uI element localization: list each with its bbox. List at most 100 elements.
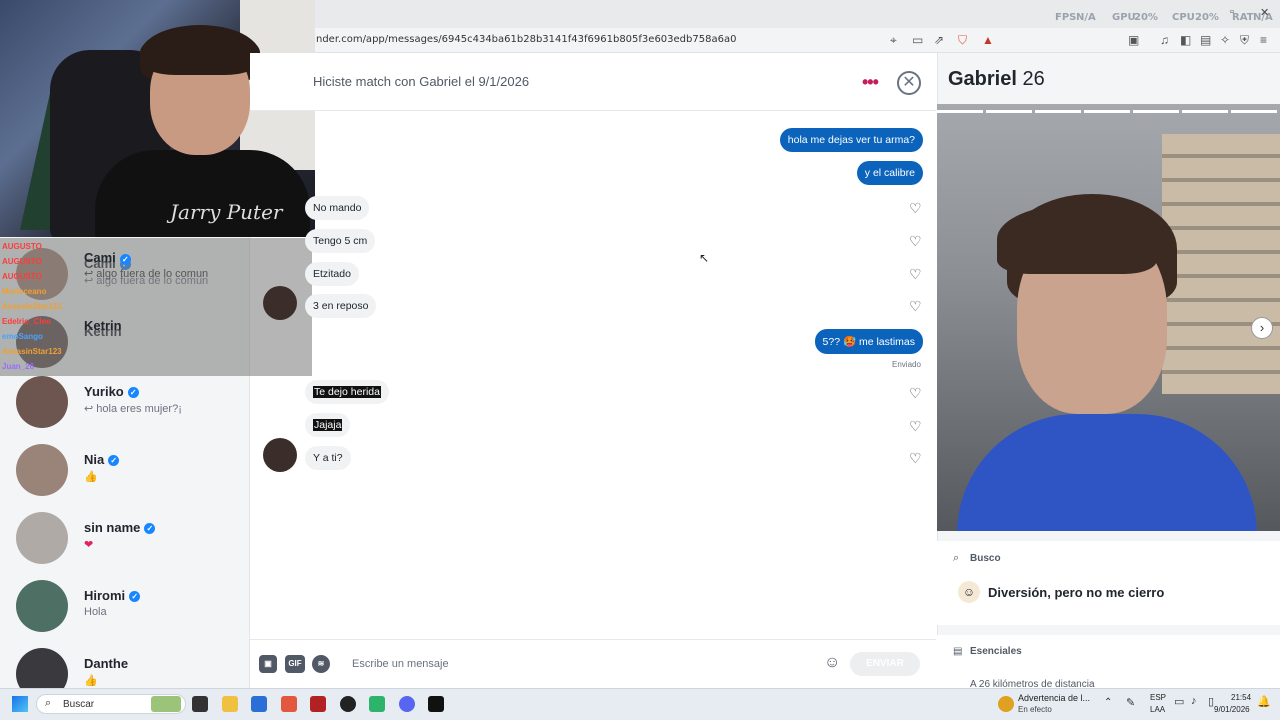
location-icon[interactable]: ⌖ (890, 33, 897, 48)
menu-icon[interactable]: ≡ (1260, 33, 1267, 47)
store-shelves (1162, 134, 1280, 394)
chat-user: Juan_26 (2, 362, 35, 371)
url-text[interactable]: nder.com/app/messages/6945c434ba61b28b31… (316, 34, 736, 45)
verified-icon: ✓ (119, 254, 131, 265)
profile-photo[interactable] (937, 104, 1280, 531)
spotify-icon[interactable]: ≋ (312, 655, 330, 673)
message-received: Y a ti? (305, 446, 351, 470)
clock-date: 9/01/2026 (1214, 705, 1250, 714)
tray-chevron-icon[interactable]: ⌃ (1104, 697, 1112, 708)
conversation-name: Yuriko ✓ (84, 384, 139, 399)
next-photo-button[interactable]: › (1251, 317, 1273, 339)
shirt-text: Jarry Puter (170, 200, 283, 224)
smile-emoji-icon: ☺ (958, 581, 980, 603)
clock-time[interactable]: 21:54 (1231, 693, 1251, 702)
store-icon[interactable] (251, 696, 267, 712)
task-view-icon[interactable] (192, 696, 208, 712)
warning-icon[interactable] (998, 696, 1014, 712)
conversation-preview: Hola (84, 606, 107, 618)
conversation-item[interactable]: Nia ✓ 👍 (0, 444, 250, 512)
conversation-item[interactable]: Hiromi ✓ Hola (0, 580, 250, 648)
chat-user: emoSango (2, 332, 43, 341)
pen-icon[interactable]: ✎ (1126, 696, 1135, 709)
obs-icon[interactable] (340, 696, 356, 712)
notepad-icon[interactable] (369, 696, 385, 712)
verified-icon: ✓ (129, 591, 141, 602)
close-chat-button[interactable]: ✕ (897, 71, 921, 95)
sticker-icon[interactable]: ▣ (259, 655, 277, 673)
conversation-item[interactable]: Yuriko ✓ ↩ hola eres mujer?¡ (0, 376, 250, 444)
message-input[interactable]: Escribe un mensaje (352, 658, 449, 670)
notifications-icon[interactable]: 🔔 (1257, 695, 1271, 708)
conversation-name: sin name ✓ (84, 520, 156, 535)
vpn-icon[interactable]: ⛨ (1240, 33, 1249, 48)
file-explorer-icon[interactable] (222, 696, 238, 712)
conversation-name-overlay: Ketrin (84, 318, 122, 333)
sent-status: Enviado (892, 360, 921, 369)
warning-title[interactable]: Advertencia de l... (1018, 693, 1090, 703)
wallet-icon[interactable]: ▤ (1200, 33, 1211, 47)
looking-for-value: Diversión, pero no me cierro (988, 585, 1165, 600)
input-language[interactable]: ESP (1150, 693, 1166, 702)
gpu-label: GPU (1112, 12, 1136, 23)
profile-name: Gabriel 26 (948, 68, 1045, 90)
chat-user: AUGUSTO (2, 242, 42, 251)
conversation-item[interactable]: Danthe 👍 (0, 648, 250, 688)
like-heart-icon[interactable]: ♡ (909, 200, 922, 217)
like-heart-icon[interactable]: ♡ (909, 298, 922, 315)
chat-user: Marloceano (2, 287, 47, 296)
message-received: No mando (305, 196, 370, 220)
discord-icon[interactable] (399, 696, 415, 712)
like-heart-icon[interactable]: ♡ (909, 266, 922, 283)
send-button[interactable]: ENVIAR (850, 652, 920, 676)
emoji-icon[interactable]: ☺ (824, 654, 840, 672)
fps-value: N/A (1076, 12, 1096, 23)
leo-icon[interactable]: ✧ (1220, 33, 1230, 47)
rewards-icon[interactable]: ▲ (982, 33, 994, 47)
conversation-name: Hiromi ✓ (84, 588, 141, 603)
search-icon: ⌕ (953, 552, 960, 564)
brave-browser-icon[interactable] (281, 696, 297, 712)
music-icon[interactable]: ♫ (1160, 33, 1169, 47)
sidebar-toggle-icon[interactable]: ◧ (1180, 33, 1191, 47)
share-icon[interactable]: ⇗ (934, 33, 944, 47)
verified-icon: ✓ (144, 523, 156, 534)
like-heart-icon[interactable]: ♡ (909, 418, 922, 435)
restore-icon[interactable]: ▫ (1230, 6, 1234, 18)
network-icon[interactable]: ▭ (1174, 695, 1184, 708)
chat-user: Edelrio_Cleo (2, 317, 51, 326)
reader-icon[interactable]: ▣ (1128, 33, 1139, 47)
like-heart-icon[interactable]: ♡ (909, 450, 922, 467)
more-options-icon[interactable]: ••• (862, 72, 879, 93)
looking-for-label: Busco (970, 553, 1001, 564)
chat-user: AUGUSTO (2, 257, 42, 266)
conversation-name: Nia ✓ (84, 452, 120, 467)
webcam-overlay: Jarry Puter (0, 0, 315, 237)
app-icon[interactable] (310, 696, 326, 712)
message-sent: hola me dejas ver tu arma? (779, 128, 923, 152)
gpu-value: 20% (1134, 12, 1158, 23)
conversation-item[interactable]: sin name ✓ ❤ (0, 512, 250, 580)
gif-button[interactable]: GIF (285, 655, 305, 673)
volume-icon[interactable]: ♪ (1191, 695, 1197, 707)
search-icon: ⌕ (45, 697, 52, 709)
streamer-fringe (140, 30, 260, 75)
brave-shield-icon[interactable]: ⛉ (958, 33, 967, 48)
epic-games-icon[interactable] (428, 696, 444, 712)
conversation-preview: 👍 (84, 675, 98, 687)
like-heart-icon[interactable]: ♡ (909, 233, 922, 250)
conversation-preview-overlay: ↩ algo fuera de lo comun (84, 268, 209, 280)
chat-user: AssasinStar123 (2, 302, 62, 311)
verified-icon: ✓ (108, 455, 120, 466)
sender-avatar (263, 438, 297, 472)
conversation-name: Danthe (84, 656, 129, 671)
avatar (16, 580, 68, 632)
windows-start-icon[interactable] (12, 696, 28, 712)
message-received: 3 en reposo (305, 294, 377, 318)
cast-icon[interactable]: ▭ (912, 33, 923, 47)
close-window-icon[interactable]: ✕ (1260, 6, 1269, 19)
avatar (16, 512, 68, 564)
taskbar-search[interactable]: ⌕ Buscar (36, 694, 186, 714)
like-heart-icon[interactable]: ♡ (909, 385, 922, 402)
essentials-card: A 26 kilómetros de distancia (937, 635, 1280, 688)
